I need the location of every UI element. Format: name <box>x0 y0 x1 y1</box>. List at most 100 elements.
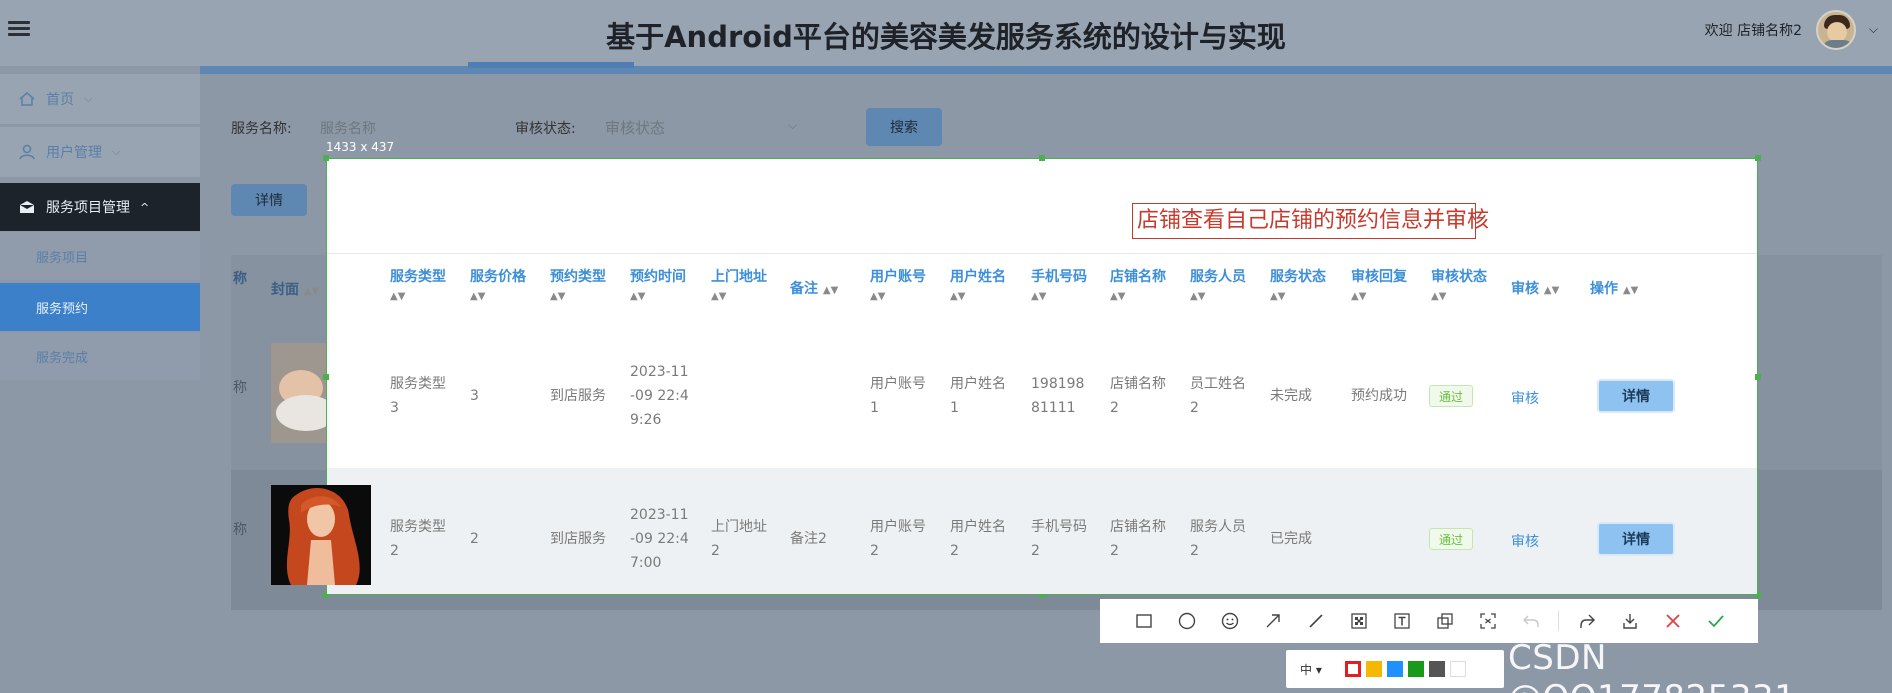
column-header-audit[interactable]: 审核 ▲▼ <box>1511 279 1559 301</box>
text-icon[interactable] <box>1380 599 1423 643</box>
app-header: 基于Android平台的美容美发服务系统的设计与实现 欢迎 店铺名称2 ⌵ <box>0 0 1892 66</box>
sidebar-item-service-items[interactable]: 服务项目 <box>0 232 200 280</box>
cell-shop: 店铺名称2 <box>1110 519 1166 559</box>
line-icon[interactable] <box>1294 599 1337 643</box>
text-annotation[interactable]: 店铺查看自己店铺的预约信息并审核 <box>1132 203 1489 239</box>
cell-account: 用户账号1 <box>870 376 926 416</box>
sidebar-item-home[interactable]: 首页 ⌵ <box>0 74 200 124</box>
ellipse-icon[interactable] <box>1165 599 1208 643</box>
avatar[interactable] <box>1816 10 1856 50</box>
arrow-icon[interactable] <box>1251 599 1294 643</box>
audit-link[interactable]: 审核 <box>1511 388 1539 408</box>
row-name-fragment: 称 <box>233 522 247 538</box>
cell-address: 上门地址2 <box>711 519 767 559</box>
app-title: 基于Android平台的美容美发服务系统的设计与实现 <box>606 20 1286 54</box>
column-header-booking-type[interactable]: 预约类型 ▲▼ <box>550 267 606 307</box>
home-icon <box>19 92 35 106</box>
cell-service-type: 服务类型2 <box>390 519 446 559</box>
watermark: CSDN @QQ177825331 <box>1508 638 1796 693</box>
column-header-note[interactable]: 备注 ▲▼ <box>790 279 838 301</box>
status-badge: 通过 <box>1429 385 1473 407</box>
color-swatch-green[interactable] <box>1408 661 1424 677</box>
search-button[interactable]: 搜索 <box>866 108 942 146</box>
envelope-icon <box>20 201 34 213</box>
rectangle-icon[interactable] <box>1122 599 1165 643</box>
cell-service-type: 服务类型3 <box>390 376 446 416</box>
column-header-staff[interactable]: 服务人员 ▲▼ <box>1190 267 1246 307</box>
color-swatch-red[interactable] <box>1345 661 1361 677</box>
capture-size-label: 1433 x 437 <box>326 140 395 154</box>
resize-handle[interactable] <box>323 374 329 380</box>
share-icon[interactable] <box>1565 599 1608 643</box>
color-swatch-yellow[interactable] <box>1366 661 1382 677</box>
color-swatch-gray[interactable] <box>1429 661 1445 677</box>
sidebar-item-label: 服务项目管理 <box>46 200 130 216</box>
emoji-icon[interactable] <box>1208 599 1251 643</box>
cover-header: 封面 ▲▼ <box>271 282 320 298</box>
cell-service-status: 未完成 <box>1270 388 1312 404</box>
pin-icon[interactable] <box>1423 599 1466 643</box>
column-header-action[interactable]: 操作 ▲▼ <box>1590 279 1638 301</box>
cell-phone: 手机号码2 <box>1031 519 1087 559</box>
resize-handle[interactable] <box>1755 374 1761 380</box>
size-select[interactable]: 中 ▾ <box>1300 661 1340 678</box>
mosaic-icon[interactable] <box>1337 599 1380 643</box>
sidebar-item-service-done[interactable]: 服务完成 <box>0 332 200 380</box>
sidebar-item-service-booking[interactable]: 服务预约 <box>0 283 200 331</box>
cell-note: 备注2 <box>790 531 827 547</box>
sidebar: 首页 ⌵ 用户管理 ⌵ 服务项目管理 ^ 服务项目 服务预约 服务完成 <box>0 66 200 693</box>
welcome-text: 欢迎 店铺名称2 <box>1704 23 1802 39</box>
sidebar-item-label: 用户管理 <box>46 145 102 161</box>
toolbar-divider <box>1558 611 1559 631</box>
cell-booking-time: 2023-11-09 22:49:26 <box>630 364 689 428</box>
color-swatch-white[interactable] <box>1450 661 1466 677</box>
sidebar-item-label: 首页 <box>46 92 74 108</box>
audit-status-select[interactable]: 审核状态 <box>605 117 665 138</box>
sidebar-item-users[interactable]: 用户管理 ⌵ <box>0 127 200 177</box>
status-badge: 通过 <box>1429 528 1473 550</box>
capture-toolbar <box>1100 599 1758 643</box>
cell-account: 用户账号2 <box>870 519 926 559</box>
detail-button-top[interactable]: 详情 <box>231 184 307 216</box>
cover-image-redhead <box>271 485 371 585</box>
column-header-booking-time[interactable]: 预约时间 ▲▼ <box>630 267 686 307</box>
column-header-phone[interactable]: 手机号码 ▲▼ <box>1031 267 1087 307</box>
cell-phone: 19819881111 <box>1031 376 1085 416</box>
cell-booking-type: 到店服务 <box>550 388 606 404</box>
cell-price: 2 <box>470 531 479 547</box>
service-name-label: 服务名称: <box>231 121 292 137</box>
column-header-shop[interactable]: 店铺名称 ▲▼ <box>1110 267 1166 307</box>
column-header-account[interactable]: 用户账号 ▲▼ <box>870 267 926 307</box>
save-icon[interactable] <box>1608 599 1651 643</box>
resize-handle[interactable] <box>323 155 329 161</box>
cancel-icon[interactable] <box>1651 599 1694 643</box>
cell-staff: 员工姓名2 <box>1190 376 1246 416</box>
undo-icon[interactable] <box>1509 599 1552 643</box>
sidebar-item-service-management[interactable]: 服务项目管理 ^ <box>0 183 200 231</box>
column-header-service-status[interactable]: 服务状态 ▲▼ <box>1270 267 1326 307</box>
column-header-service-type[interactable]: 服务类型 ▲▼ <box>390 267 446 307</box>
column-header-audit-status[interactable]: 审核状态 ▲▼ <box>1431 267 1487 307</box>
chevron-down-icon[interactable]: ⌵ <box>1869 22 1878 37</box>
cell-service-status: 已完成 <box>1270 531 1312 547</box>
detail-button[interactable]: 详情 <box>1597 522 1675 556</box>
column-header-reply[interactable]: 审核回复 ▲▼ <box>1351 267 1407 307</box>
audit-link[interactable]: 审核 <box>1511 531 1539 551</box>
detail-button[interactable]: 详情 <box>1597 379 1675 413</box>
name-header-fragment: 称 <box>233 271 247 287</box>
resize-handle[interactable] <box>1039 155 1045 161</box>
column-header-user-name[interactable]: 用户姓名 ▲▼ <box>950 267 1006 307</box>
cell-reply: 预约成功 <box>1351 388 1407 404</box>
header-divider <box>327 253 1757 254</box>
service-name-input[interactable]: 服务名称 <box>320 118 376 138</box>
confirm-icon[interactable] <box>1694 599 1737 643</box>
chevron-down-icon[interactable]: ⌵ <box>788 118 797 133</box>
resize-handle[interactable] <box>1755 155 1761 161</box>
ocr-icon[interactable] <box>1466 599 1509 643</box>
column-header-price[interactable]: 服务价格 ▲▼ <box>470 267 526 307</box>
user-icon <box>19 144 35 160</box>
column-header-address[interactable]: 上门地址 ▲▼ <box>711 267 767 307</box>
cell-staff: 服务人员2 <box>1190 519 1246 559</box>
color-swatch-blue[interactable] <box>1387 661 1403 677</box>
header-accent-bar <box>200 62 1892 74</box>
